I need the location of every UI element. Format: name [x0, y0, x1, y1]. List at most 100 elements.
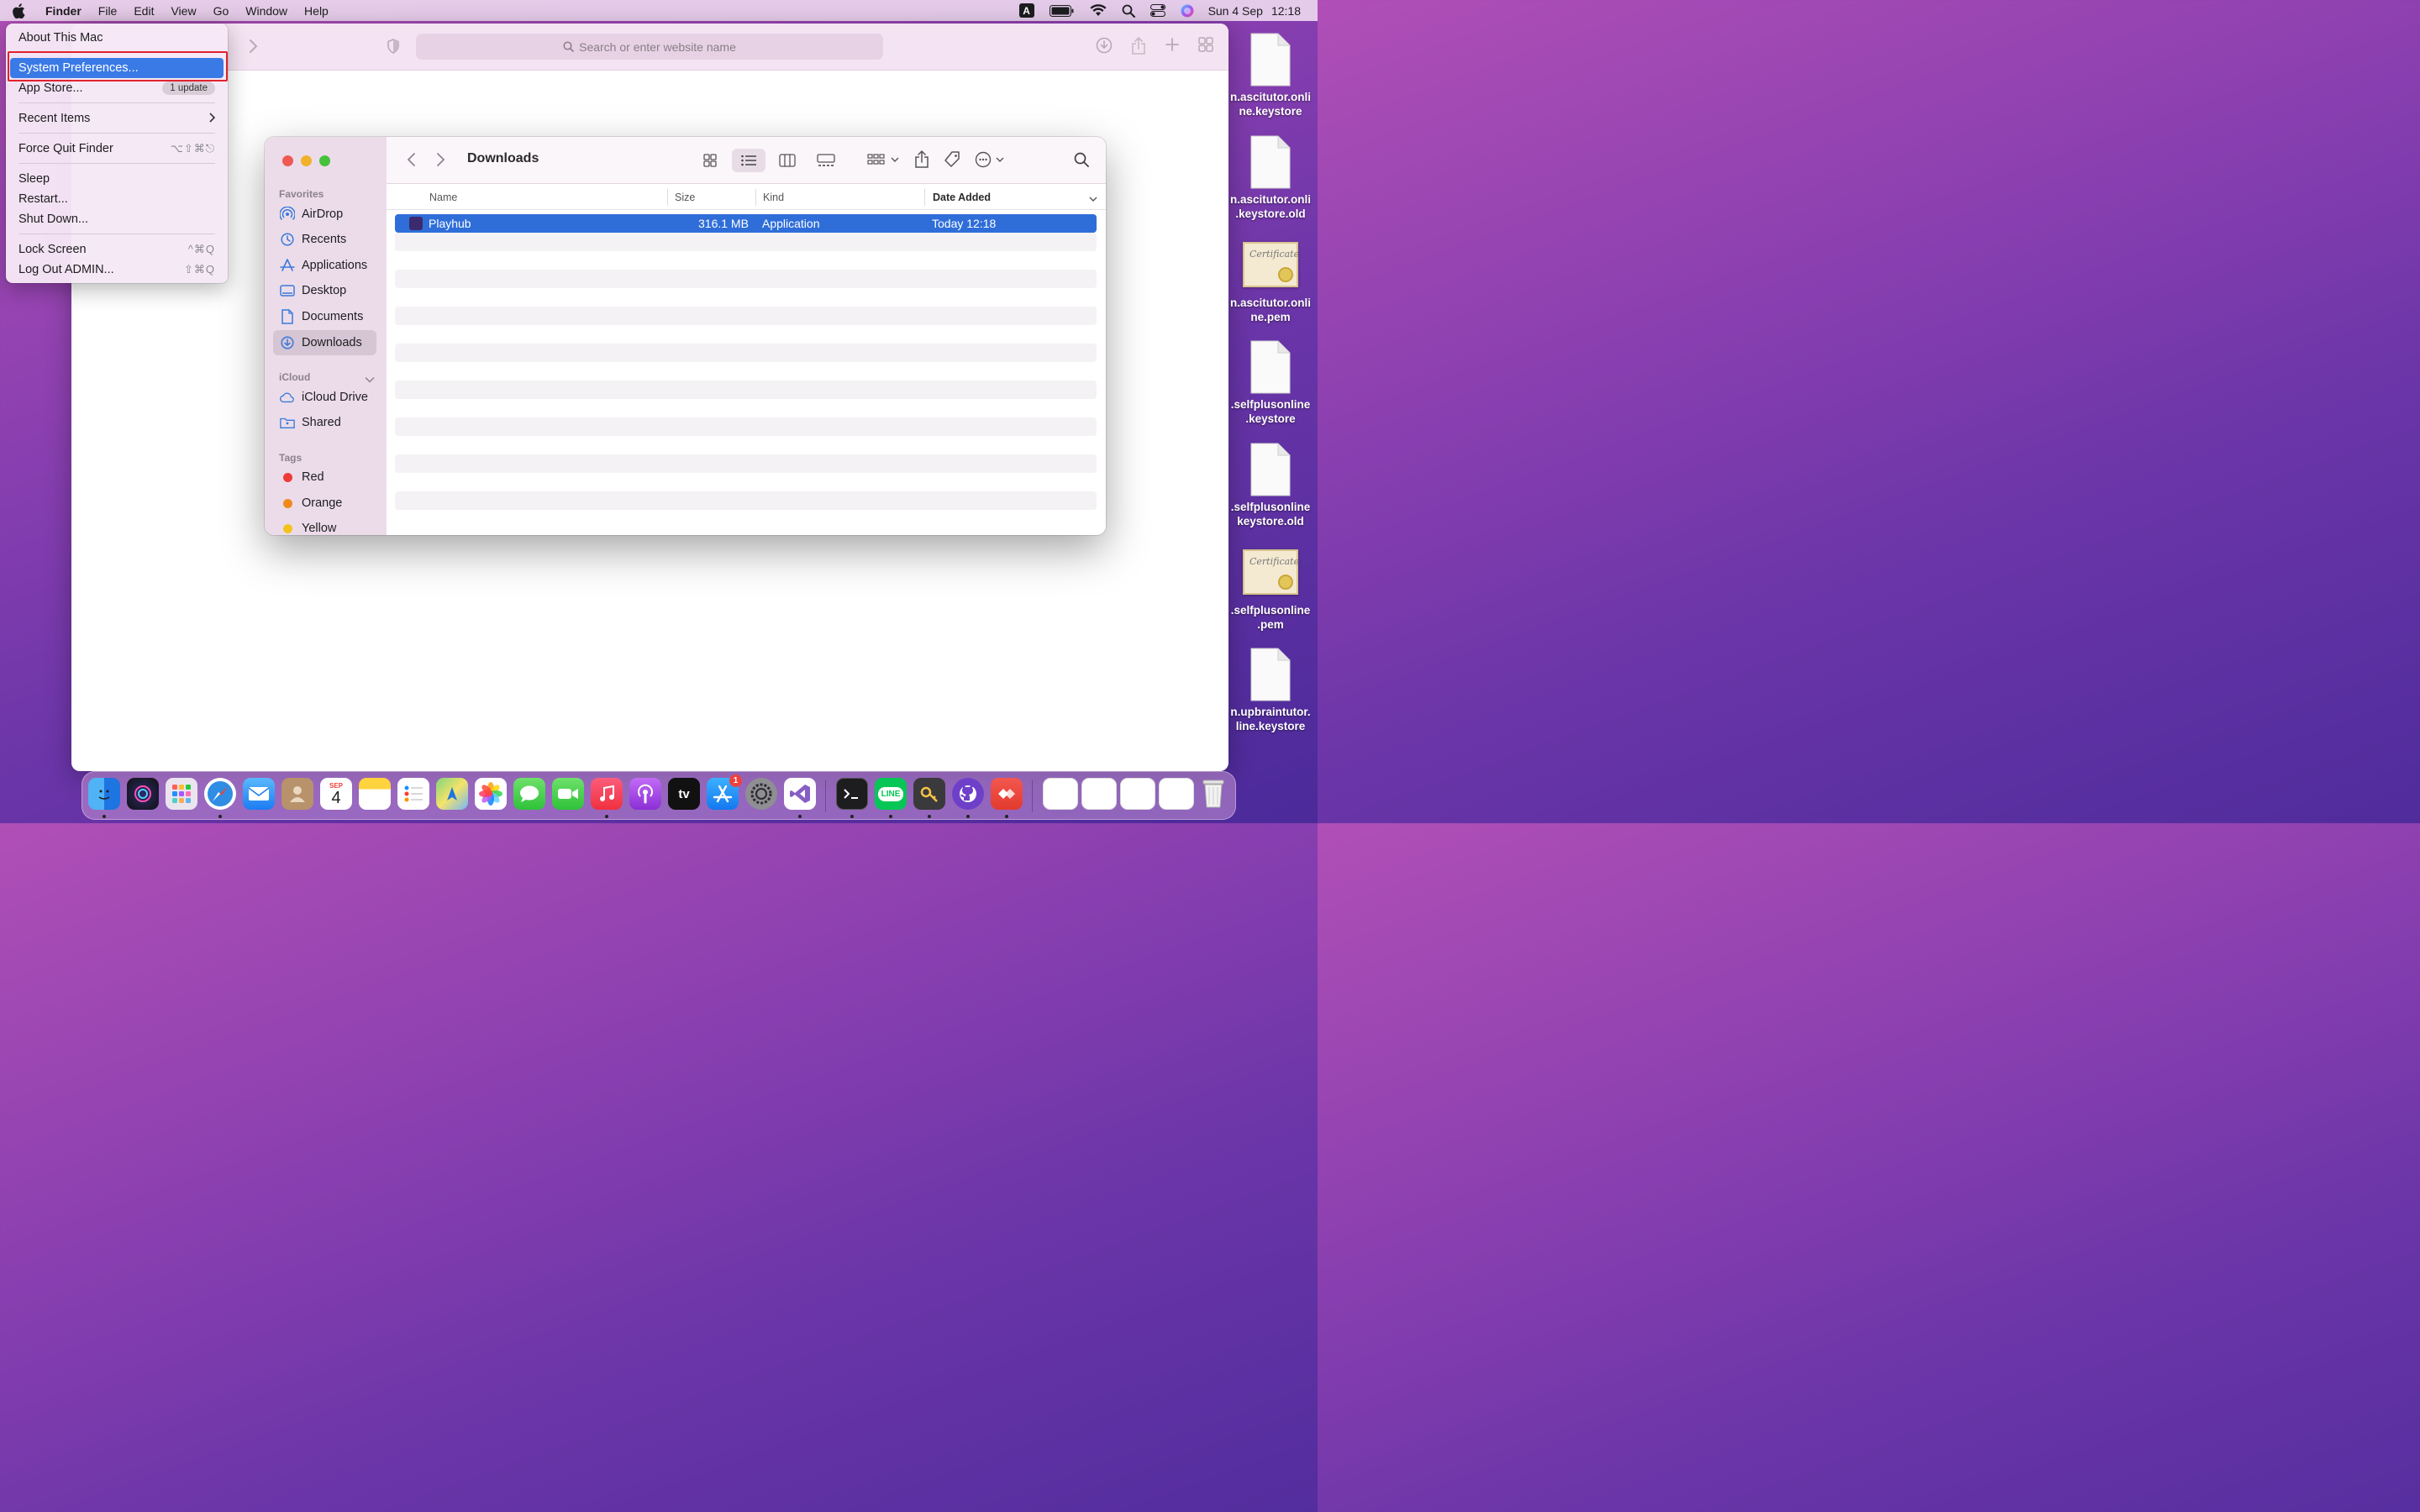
menubar-clock[interactable]: Sun 4 Sep 12:18 [1208, 4, 1301, 18]
music-app-icon[interactable] [591, 778, 623, 810]
menu-file[interactable]: File [90, 0, 126, 21]
restart-item[interactable]: Restart... [10, 189, 224, 209]
forward-chevron-icon[interactable] [435, 152, 445, 170]
trash-icon[interactable] [1197, 778, 1229, 810]
list-view-button[interactable] [732, 149, 765, 172]
facetime-app-icon[interactable] [552, 778, 584, 810]
column-header-date-added[interactable]: Date Added [933, 192, 991, 203]
sidebar-item-airdrop[interactable]: AirDrop [273, 202, 376, 227]
minimized-window-thumbnail[interactable] [1159, 778, 1194, 810]
log-out-item[interactable]: Log Out ADMIN... ⇧⌘Q [10, 260, 224, 280]
new-tab-icon[interactable] [1165, 37, 1180, 58]
column-view-button[interactable] [771, 149, 804, 172]
downloads-icon[interactable] [1096, 37, 1113, 58]
about-this-mac-item[interactable]: About This Mac [10, 28, 224, 48]
minimized-window-thumbnail[interactable] [1120, 778, 1155, 810]
sidebar-item-icloud-drive[interactable]: iCloud Drive [273, 385, 376, 410]
sidebar-item-desktop[interactable]: Desktop [273, 278, 376, 303]
recent-items-item[interactable]: Recent Items [10, 108, 224, 129]
back-chevron-icon[interactable] [407, 152, 417, 170]
siri-app-icon[interactable] [127, 778, 159, 810]
lock-screen-item[interactable]: Lock Screen ^⌘Q [10, 239, 224, 260]
sidebar-tag-orange[interactable]: Orange [273, 491, 376, 516]
icon-view-button[interactable] [693, 149, 727, 172]
tab-overview-icon[interactable] [1198, 37, 1213, 58]
document-icon [1249, 32, 1292, 87]
desktop-file-icon[interactable]: n.upbraintutor. line.keystore [1228, 647, 1313, 733]
apple-tv-app-icon[interactable]: tv [668, 778, 700, 810]
more-actions-icon[interactable] [975, 151, 1007, 171]
finder-app-icon[interactable] [88, 778, 120, 810]
sidebar-item-documents[interactable]: Documents [273, 304, 376, 329]
desktop-file-icon[interactable]: .selfplusonline .keystore [1228, 339, 1313, 426]
forward-chevron-icon[interactable] [248, 39, 258, 56]
sidebar-tag-yellow[interactable]: Yellow [273, 516, 376, 535]
app-store-icon[interactable]: 1 [707, 774, 742, 810]
menu-go[interactable]: Go [205, 0, 238, 21]
maps-app-icon[interactable] [436, 778, 468, 810]
menu-finder[interactable]: Finder [37, 0, 90, 21]
messages-app-icon[interactable] [513, 778, 545, 810]
minimized-window-thumbnail[interactable] [1043, 778, 1078, 810]
column-header-size[interactable]: Size [675, 192, 695, 203]
table-row[interactable]: Playhub 316.1 MB Application Today 12:18 [395, 214, 1097, 233]
sleep-item[interactable]: Sleep [10, 169, 224, 189]
podcasts-app-icon[interactable] [629, 778, 661, 810]
minimized-window-thumbnail[interactable] [1081, 778, 1117, 810]
battery-icon[interactable] [1049, 4, 1075, 17]
shut-down-item[interactable]: Shut Down... [10, 209, 224, 229]
photos-app-icon[interactable] [475, 778, 507, 810]
control-center-icon[interactable] [1150, 4, 1165, 17]
input-source-icon[interactable]: A [1018, 3, 1034, 18]
finder-search-icon[interactable] [1074, 152, 1089, 170]
sort-descending-chevron-icon[interactable] [1089, 193, 1097, 205]
column-header-name[interactable]: Name [429, 192, 457, 203]
anydesk-app-icon[interactable] [991, 778, 1023, 810]
desktop-file-icon[interactable]: .selfplusonline keystore.old [1228, 442, 1313, 528]
system-preferences-app-icon[interactable] [745, 778, 777, 810]
sidebar-tag-red[interactable]: Red [273, 465, 376, 490]
share-icon[interactable] [1131, 36, 1146, 58]
tag-icon[interactable] [943, 150, 961, 171]
spotlight-search-icon[interactable] [1122, 4, 1135, 18]
safari-address-bar[interactable]: Search or enter website name [416, 34, 883, 60]
github-desktop-app-icon[interactable] [952, 778, 984, 810]
force-quit-item[interactable]: Force Quit Finder ⌥⇧⌘⎋ [10, 139, 224, 159]
siri-icon[interactable] [1181, 4, 1194, 18]
terminal-app-icon[interactable] [836, 778, 868, 810]
safari-app-icon[interactable] [204, 778, 236, 810]
sidebar-item-shared[interactable]: Shared [273, 410, 376, 435]
icloud-collapse-chevron-icon[interactable] [365, 372, 375, 386]
desktop-file-icon[interactable]: Certificate n.ascitutor.onli ne.pem [1228, 242, 1313, 324]
keychain-app-icon[interactable] [913, 778, 945, 810]
menu-window[interactable]: Window [237, 0, 296, 21]
launchpad-app-icon[interactable] [166, 778, 197, 810]
group-by-menu-icon[interactable] [867, 153, 901, 169]
privacy-shield-icon[interactable] [387, 39, 400, 56]
calendar-app-icon[interactable]: SEP 4 [320, 778, 352, 810]
line-app-icon[interactable]: LINE [875, 778, 907, 810]
share-icon[interactable] [914, 150, 929, 171]
menubar-date: Sun 4 Sep [1207, 3, 1263, 18]
sidebar-item-recents[interactable]: Recents [273, 227, 376, 252]
reminders-app-icon[interactable] [397, 778, 429, 810]
contacts-app-icon[interactable] [281, 778, 313, 810]
column-header-kind[interactable]: Kind [763, 192, 784, 203]
desktop-file-icon[interactable]: n.ascitutor.onli ne.keystore [1228, 32, 1313, 118]
menu-view[interactable]: View [162, 0, 204, 21]
visual-studio-app-icon[interactable] [784, 778, 816, 810]
menu-edit[interactable]: Edit [125, 0, 162, 21]
menu-help[interactable]: Help [296, 0, 337, 21]
sidebar-item-applications[interactable]: Applications [273, 253, 376, 278]
mail-app-icon[interactable] [243, 778, 275, 810]
sidebar-item-downloads[interactable]: Downloads [273, 330, 376, 355]
minimize-window-button[interactable] [301, 155, 312, 166]
desktop-file-icon[interactable]: Certificate .selfplusonline .pem [1228, 549, 1313, 632]
zoom-window-button[interactable] [319, 155, 330, 166]
wifi-icon[interactable] [1090, 4, 1107, 17]
gallery-view-button[interactable] [809, 149, 843, 172]
desktop-file-icon[interactable]: n.ascitutor.onli .keystore.old [1228, 134, 1313, 221]
notes-app-icon[interactable] [359, 778, 391, 810]
apple-menu-icon[interactable] [12, 3, 37, 18]
close-window-button[interactable] [282, 155, 293, 166]
